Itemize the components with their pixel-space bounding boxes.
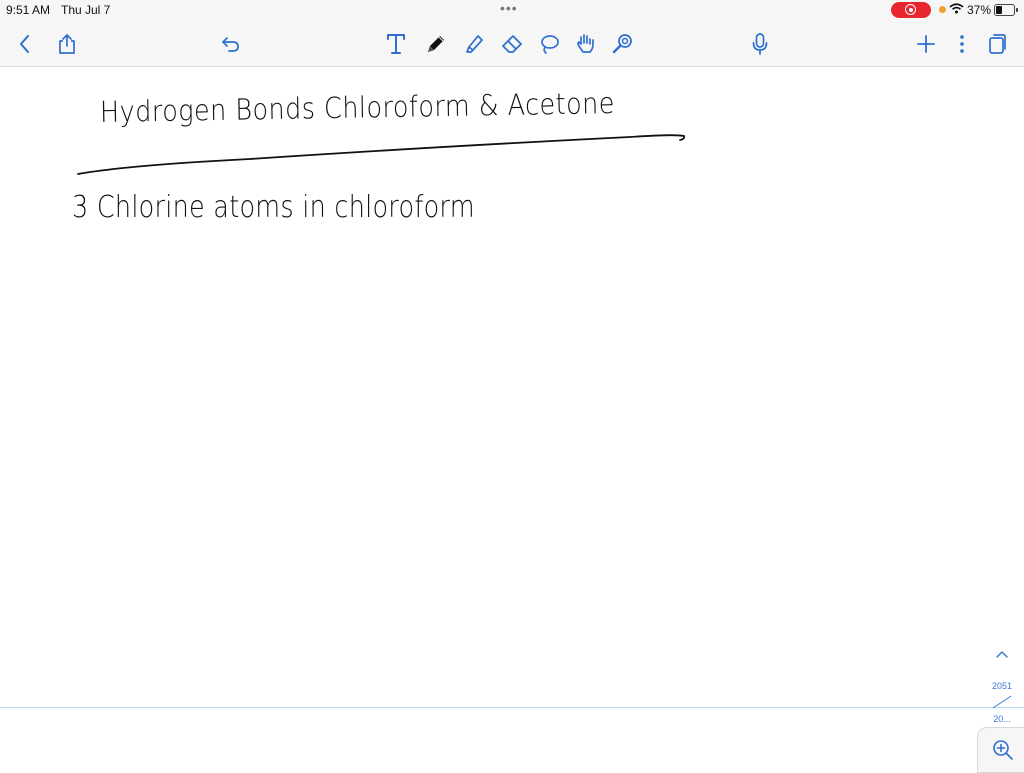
previous-page-button[interactable] xyxy=(982,642,1022,666)
share-icon xyxy=(59,34,75,54)
highlighter-tool-button[interactable] xyxy=(459,22,489,66)
status-bar: 9:51 AM Thu Jul 7 ••• 37% xyxy=(0,0,1024,22)
more-vertical-icon xyxy=(960,35,964,53)
screen-recording-indicator[interactable] xyxy=(891,2,931,18)
handwritten-line: 3 Chlorine atoms in chloroform xyxy=(72,190,475,225)
page-divider xyxy=(0,707,1024,708)
status-time: 9:51 AM xyxy=(6,3,51,17)
share-button[interactable] xyxy=(52,22,82,66)
back-button[interactable] xyxy=(10,22,40,66)
battery-icon xyxy=(994,4,1018,16)
battery-percent: 37% xyxy=(967,3,992,17)
text-tool-icon xyxy=(387,34,405,54)
add-page-button[interactable] xyxy=(911,22,941,66)
pages-button[interactable] xyxy=(982,22,1012,66)
undo-icon xyxy=(222,37,239,52)
microphone-icon xyxy=(752,33,768,55)
record-icon xyxy=(905,4,916,15)
note-canvas[interactable]: Hydrogen Bonds Chloroform & Acetone 3 Ch… xyxy=(0,67,1024,768)
pen-icon xyxy=(428,36,444,52)
total-page-number: 20... xyxy=(993,714,1011,724)
page-separator-slash xyxy=(992,695,1012,709)
toolbar xyxy=(0,22,1024,67)
zoom-in-icon xyxy=(993,740,1013,760)
battery-fill xyxy=(996,6,1002,14)
hand-icon xyxy=(577,34,594,53)
chevron-up-icon xyxy=(996,651,1008,658)
undo-button[interactable] xyxy=(216,22,246,66)
laser-pointer-icon xyxy=(612,34,632,54)
highlighter-icon xyxy=(466,35,483,53)
microphone-in-use-dot xyxy=(939,6,946,13)
multitasking-dots-icon[interactable]: ••• xyxy=(500,0,518,16)
plus-icon xyxy=(917,35,935,53)
text-tool-button[interactable] xyxy=(381,22,411,66)
status-date: Thu Jul 7 xyxy=(61,3,111,17)
wifi-icon xyxy=(949,3,964,17)
hand-tool-button[interactable] xyxy=(571,22,601,66)
lasso-icon xyxy=(541,35,559,54)
current-page-number: 2051 xyxy=(991,681,1013,691)
pen-tool-button[interactable] xyxy=(421,22,451,66)
eraser-tool-button[interactable] xyxy=(497,22,527,66)
chevron-left-icon xyxy=(20,35,29,53)
more-options-button[interactable] xyxy=(947,22,977,66)
laser-pointer-button[interactable] xyxy=(607,22,637,66)
eraser-icon xyxy=(502,35,522,53)
zoom-button[interactable] xyxy=(977,727,1024,773)
handwritten-underline xyxy=(77,134,686,175)
microphone-button[interactable] xyxy=(745,22,775,66)
lasso-tool-button[interactable] xyxy=(534,22,564,66)
pages-icon xyxy=(989,34,1006,54)
